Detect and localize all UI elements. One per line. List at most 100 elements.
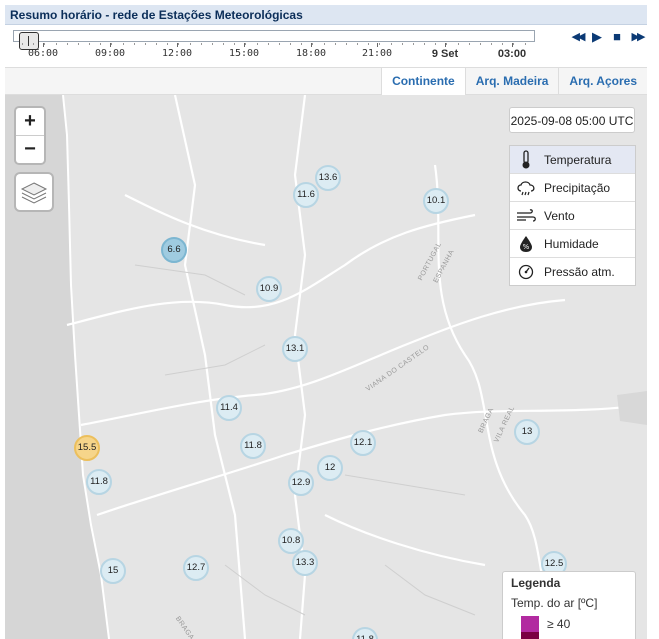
stop-icon[interactable]: ■ [609,29,625,45]
timeline-tick [111,43,113,45]
timeline-tick [133,43,135,45]
timeline-tick [122,43,124,45]
timeline-major-tick [445,43,446,47]
station-marker[interactable]: 11.8 [86,469,112,495]
svg-text:%: % [523,243,530,251]
variable-label: Pressão atm. [544,264,615,279]
weather-panel: Resumo horário - rede de Estações Meteor… [5,0,647,639]
timeline-tick [502,43,504,45]
variable-label: Humidade [544,236,599,251]
timeline-tick [100,43,102,45]
variable-label: Temperatura [544,152,612,167]
timeline-tick [368,43,370,45]
station-marker[interactable]: 11.8 [240,433,266,459]
station-marker[interactable]: 13.1 [282,336,308,362]
station-marker[interactable]: 6.6 [161,237,187,263]
station-marker[interactable]: 15 [100,558,126,584]
legend-swatch [521,616,539,632]
legend-subtitle: Temp. do ar [ºC] [511,596,598,610]
variable-humidade[interactable]: % Humidade [510,230,635,258]
map-timestamp: 2025-09-08 05:00 UTC [509,107,635,133]
rewind-icon[interactable]: ◀◀ [569,29,586,45]
timeline-tick [256,43,258,45]
variable-pressao[interactable]: Pressão atm. [510,258,635,285]
station-marker[interactable]: 11.6 [293,182,319,208]
zoom-in-button[interactable]: + [16,108,44,135]
timeline-tick [278,43,280,45]
timeline-tick [167,43,169,45]
timeline-tick [66,43,68,45]
timeline-tick [479,43,481,45]
timeline-tick [55,43,57,45]
map[interactable]: PORTUGAL ESPANHA VIANA DO CASTELO BRAGA … [5,95,647,639]
layers-button[interactable] [16,174,52,210]
playback-controls: ◀◀ ▶ ■ ▶▶ [569,29,646,45]
timeline-tick [513,43,515,45]
timeline-tick [189,43,191,45]
tab-madeira[interactable]: Arq. Madeira [464,68,559,95]
station-marker[interactable]: 12 [317,455,343,481]
tab-acores[interactable]: Arq. Açores [558,68,647,95]
timeline-label: 18:00 [295,48,327,59]
timeline-tick [301,43,303,45]
station-marker[interactable]: 12.9 [288,470,314,496]
play-icon[interactable]: ▶ [589,29,605,45]
timeline-tick [178,43,180,45]
timeline-slider[interactable] [13,30,535,50]
station-marker[interactable]: 12.7 [183,555,209,581]
station-marker[interactable]: 10.1 [423,188,449,214]
timeline-tick [245,43,247,45]
station-marker[interactable]: 11.4 [216,395,242,421]
timeline-tick [390,43,392,45]
timeline-label: 03:00 [497,48,527,60]
timeline-tick [357,43,358,45]
timeline-tick [457,43,459,45]
timeline-label: 15:00 [228,48,260,59]
timeline-tick [323,43,325,45]
region-tabs: Continente Arq. Madeira Arq. Açores [5,67,647,95]
timeline-major-tick [110,43,111,47]
pressure-gauge-icon [515,264,537,280]
legend-title: Legenda [511,576,561,590]
legend-row: ≥ 40 [511,616,627,632]
timeline-tick [312,43,314,45]
zoom-out-button[interactable]: − [16,135,44,163]
timeline-label: 21:00 [361,48,393,59]
variable-vento[interactable]: Vento [510,202,635,230]
timeline-major-tick [377,43,378,47]
timeline-label: 12:00 [161,48,193,59]
timeline-tick [446,43,448,45]
panel-title: Resumo horário - rede de Estações Meteor… [5,5,647,25]
station-marker[interactable]: 13 [514,419,540,445]
thermometer-icon [515,149,537,170]
variable-label: Vento [544,208,575,223]
variable-selector: Temperatura Precipitação Vento % Humidad… [509,145,636,286]
timeline-tick [200,43,202,45]
timeline-tick [412,43,414,45]
station-marker[interactable]: 13.3 [292,550,318,576]
tab-continente[interactable]: Continente [381,68,465,95]
timeline-tick [334,43,336,45]
timeline-tick [379,43,381,45]
timeline-tick [223,43,224,45]
timeline-major-tick [512,43,513,47]
timeline: 06:00 09:00 12:00 15:00 18:00 21:00 9 Set 03:00… [5,26,647,66]
wind-icon [515,208,537,223]
timeline-tick [424,43,425,45]
timeline-tick [211,43,213,45]
station-marker[interactable]: 15.5 [74,435,100,461]
fast-forward-icon[interactable]: ▶▶ [629,29,646,45]
station-marker[interactable]: 13.6 [315,165,341,191]
legend-swatch [521,632,539,639]
timeline-tick [77,43,79,45]
timeline-tick [524,43,526,45]
station-marker[interactable]: 12.1 [350,430,376,456]
timeline-tick [44,43,46,45]
timeline-tick [491,43,492,45]
station-marker[interactable]: 10.9 [256,276,282,302]
variable-precipitacao[interactable]: Precipitação [510,174,635,202]
timeline-tick [345,43,347,45]
legend: Legenda Temp. do ar [ºC] ≥ 40 [502,571,636,639]
variable-temperatura[interactable]: Temperatura [510,146,635,174]
timeline-tick [156,43,157,45]
